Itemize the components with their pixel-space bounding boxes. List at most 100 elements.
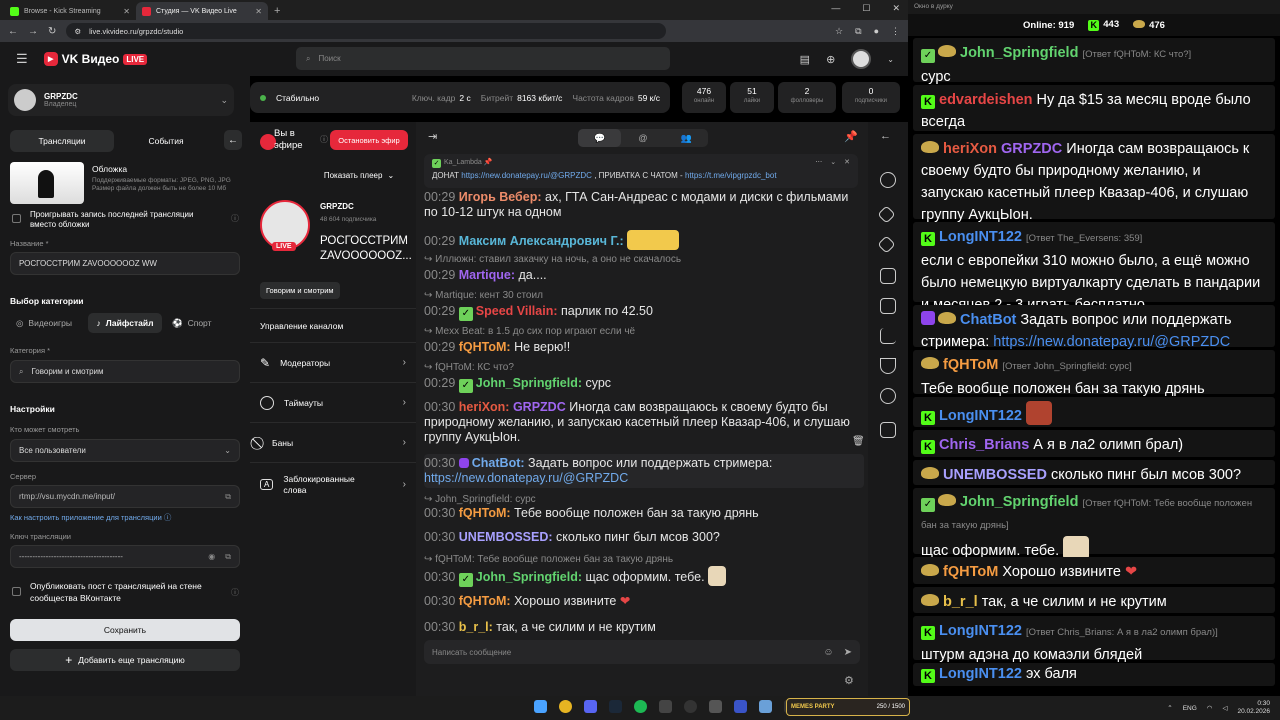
chat-message[interactable]: 00:29 Martique: да....: [424, 268, 864, 283]
expand-chat-icon[interactable]: ⇥: [428, 130, 437, 143]
add-icon[interactable]: ⊕: [826, 53, 835, 66]
close-icon[interactable]: ✕: [844, 158, 850, 166]
lang-indicator[interactable]: ENG: [1183, 705, 1197, 712]
stop-stream-button[interactable]: Остановить эфир: [330, 130, 408, 150]
new-tab-button[interactable]: +: [274, 5, 280, 17]
app-icon[interactable]: [659, 700, 672, 713]
back-icon[interactable]: ←: [8, 26, 18, 37]
menu-dots-icon[interactable]: ⋯: [815, 158, 822, 166]
send-icon[interactable]: ➤: [844, 647, 852, 658]
search-input[interactable]: ⌕ Поиск: [296, 47, 670, 70]
spotify-icon[interactable]: [634, 700, 647, 713]
gem-icon[interactable]: [877, 235, 896, 254]
menu-dots-icon[interactable]: ⋮: [891, 26, 900, 37]
discord-icon[interactable]: [584, 700, 597, 713]
close-tab-icon[interactable]: ✕: [123, 7, 130, 16]
stream-key-field[interactable]: --------------------------------------- ◉…: [10, 545, 240, 568]
menu-blocked-words[interactable]: A Заблокированные слова ›: [250, 462, 416, 506]
player-icon[interactable]: [734, 700, 747, 713]
close-tab-icon[interactable]: ✕: [255, 7, 262, 16]
collapse-panel-button[interactable]: ←: [224, 130, 242, 150]
help-icon[interactable]: ⓘ: [231, 213, 239, 224]
message-author[interactable]: ChatBot:: [472, 456, 525, 470]
volume-icon[interactable]: ◁: [1222, 704, 1227, 712]
add-stream-button[interactable]: + Добавить еще трансляцию: [10, 649, 240, 671]
help-icon[interactable]: ⓘ: [231, 587, 239, 598]
pinned-telegram-link[interactable]: https://t.me/vipgrpzdc_bot: [685, 171, 777, 180]
chat-message[interactable]: 00:30 ✓ John_Springfield: щас оформим. те…: [424, 566, 864, 587]
message-author[interactable]: fQHToM:: [459, 340, 511, 354]
maximize-icon[interactable]: ☐: [862, 3, 870, 14]
browser-tab-kick[interactable]: Browse - Kick Streaming ✕: [4, 2, 136, 20]
chat-message-input[interactable]: Написать сообщение ☺ ➤: [424, 640, 860, 664]
stream-name-input[interactable]: РОСГОССТРИМ ZAVOOOOOOZ WW: [10, 252, 240, 275]
list-icon[interactable]: [880, 298, 896, 314]
pinned-donate-link[interactable]: https://new.donatepay.ru/@GRPZDC: [461, 171, 592, 180]
trophy-icon[interactable]: [880, 358, 896, 374]
category-input[interactable]: ⌕ Говорим и смотрим: [10, 360, 240, 383]
memes-party-widget[interactable]: MEMES PARTY 250 / 1500: [786, 698, 910, 716]
channel-switcher[interactable]: GRPZDC Владелец ⌄: [8, 84, 234, 116]
obs-icon[interactable]: [684, 700, 697, 713]
message-author[interactable]: heriXon:: [459, 400, 510, 414]
message-author[interactable]: UNEMBOSSED:: [459, 530, 553, 544]
site-info-icon[interactable]: ⚙: [74, 27, 81, 36]
chat-message[interactable]: 00:30 fQHToM: Хорошо извините ❤: [424, 594, 864, 609]
message-author[interactable]: Максим Александрович Г.:: [459, 234, 624, 248]
browser-tab-vk-studio[interactable]: Студия — VK Видео Live ✕: [136, 2, 268, 20]
tab-users[interactable]: 👥: [665, 129, 708, 147]
clock[interactable]: 0:30 20.02.2026: [1237, 700, 1270, 716]
reload-icon[interactable]: ↻: [48, 26, 56, 37]
category-games-button[interactable]: ◎ Видеоигры: [16, 318, 72, 329]
app-icon[interactable]: [709, 700, 722, 713]
chat-message[interactable]: 00:29 ✓ John_Springfield: сурс: [424, 376, 864, 393]
pin-icon[interactable]: 📌: [844, 130, 858, 143]
tab-mentions[interactable]: @: [621, 129, 664, 147]
extensions-icon[interactable]: ⧉: [855, 26, 861, 37]
copy-icon[interactable]: ⧉: [225, 492, 231, 502]
show-player-button[interactable]: Показать плеер ⌄: [310, 166, 408, 184]
wifi-icon[interactable]: ◠: [1207, 704, 1213, 712]
chat-message[interactable]: 00:30 ChatBot: Задать вопрос или поддерж…: [424, 454, 864, 488]
message-author[interactable]: Martique:: [459, 268, 515, 282]
category-lifestyle-button[interactable]: ♪ Лайфстайл: [88, 313, 162, 333]
message-author[interactable]: John_Springfield:: [476, 570, 582, 584]
tray-chevron-icon[interactable]: ⌃: [1167, 704, 1172, 712]
delete-icon[interactable]: 🗑: [852, 436, 865, 447]
publish-post-checkbox[interactable]: [12, 587, 21, 596]
info-icon[interactable]: ⓘ: [320, 134, 328, 145]
copy-icon[interactable]: ⧉: [225, 552, 231, 562]
message-author[interactable]: John_Springfield:: [476, 376, 582, 390]
chat-message[interactable]: 00:29 Максим Александрович Г.:: [424, 230, 864, 250]
chat-message[interactable]: 00:30 UNEMBOSSED: сколько пинг был мсов …: [424, 530, 864, 545]
chat-message[interactable]: 00:30 b_r_l: так, а че силим и не крутим: [424, 620, 864, 635]
app-icon[interactable]: [759, 700, 772, 713]
chat-message[interactable]: 00:29 fQHToM: Не верю!!: [424, 340, 864, 355]
stats-chart-icon[interactable]: [880, 328, 896, 344]
vk-video-logo[interactable]: ▶ VK Видео LIVE: [43, 52, 148, 66]
server-field[interactable]: rtmp://vsu.mycdn.me/input/ ⧉: [10, 485, 240, 508]
message-author[interactable]: fQHToM:: [459, 506, 511, 520]
diamond-icon[interactable]: [877, 205, 896, 224]
close-window-icon[interactable]: ✕: [892, 3, 900, 14]
avatar[interactable]: [851, 49, 872, 69]
menu-bans[interactable]: ⃠Баны›: [250, 422, 416, 462]
message-author[interactable]: fQHToM:: [459, 594, 511, 608]
profile-icon[interactable]: ●: [874, 26, 879, 37]
message-author[interactable]: b_r_l:: [459, 620, 493, 634]
windows-start-icon[interactable]: [534, 700, 547, 713]
replay-checkbox[interactable]: [12, 214, 21, 223]
chat-message[interactable]: 00:29 ✓ Speed Villain: парлик по 42.50: [424, 304, 864, 321]
who-watch-select[interactable]: Все пользователи ⌄: [10, 439, 240, 462]
chevron-down-icon[interactable]: ⌄: [830, 158, 836, 166]
message-author[interactable]: Игорь Вебер:: [459, 190, 542, 204]
chevron-down-icon[interactable]: ⌄: [887, 55, 894, 64]
star-icon[interactable]: ☆: [835, 26, 843, 37]
chat-settings-icon[interactable]: ⚙: [844, 674, 854, 687]
setup-help-link[interactable]: Как настроить приложение для трансляции …: [10, 512, 171, 523]
mentioned-user[interactable]: GRPZDC: [513, 400, 566, 414]
forward-icon[interactable]: →: [28, 26, 38, 37]
menu-timeouts[interactable]: Таймауты ›: [250, 382, 416, 422]
settings-icon[interactable]: [880, 172, 896, 188]
tab-streams[interactable]: Трансляции: [10, 130, 114, 152]
